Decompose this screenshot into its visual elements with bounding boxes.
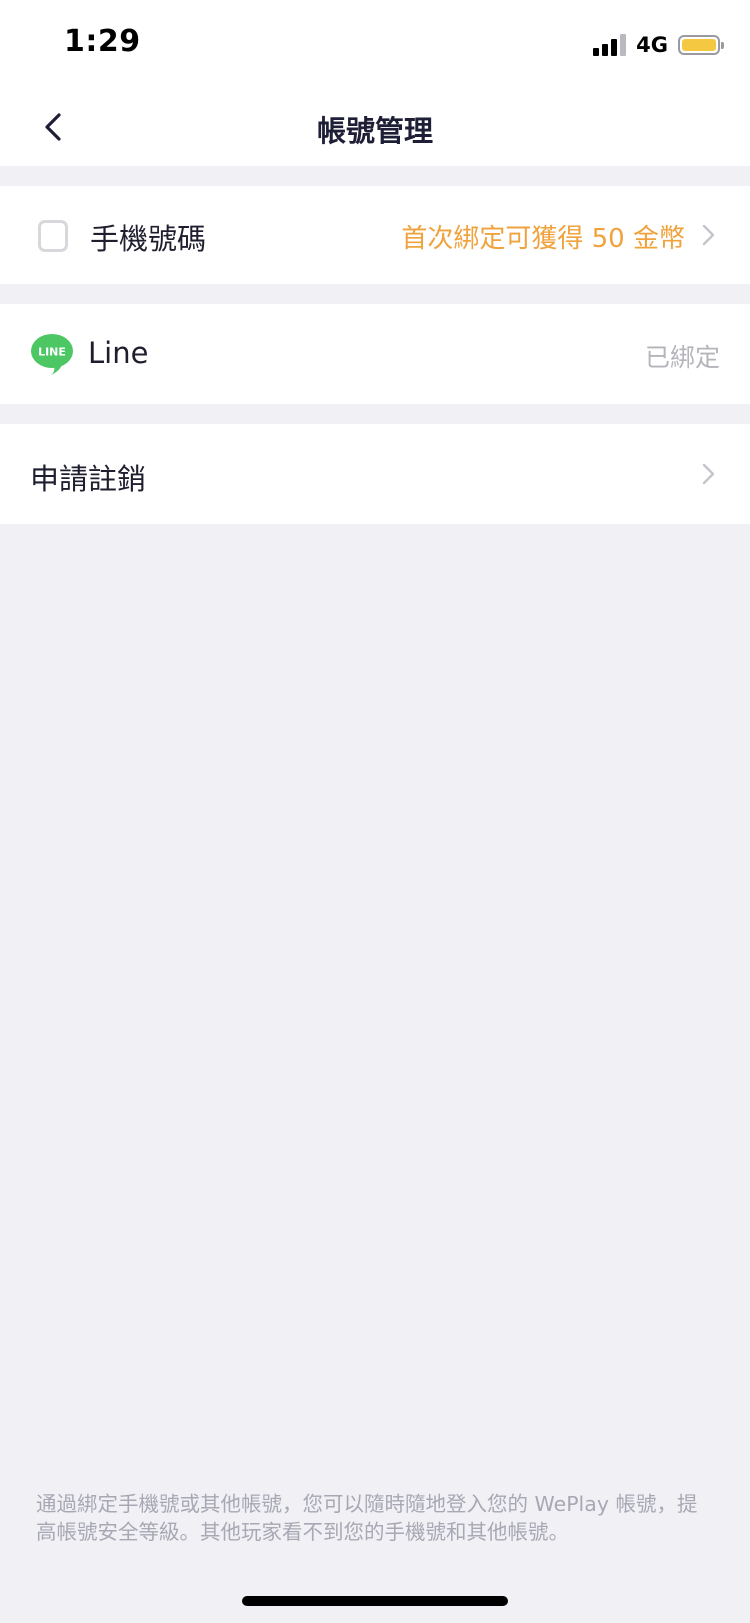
line-bound-status: 已綁定 bbox=[644, 343, 720, 372]
phone-binding-reward: 首次綁定可獲得 50 金幣 bbox=[401, 224, 685, 254]
navigation-bar: 帳號管理 bbox=[0, 88, 750, 166]
home-indicator[interactable] bbox=[242, 1596, 508, 1606]
line-account-row[interactable]: LINE Line 已綁定 bbox=[0, 304, 750, 404]
phone-number-label: 手機號碼 bbox=[90, 222, 207, 256]
signal-strength-icon bbox=[593, 34, 627, 56]
chevron-right-icon bbox=[702, 463, 715, 485]
line-logo-icon: LINE bbox=[31, 334, 73, 376]
line-account-label: Line bbox=[88, 336, 149, 370]
deactivate-account-row[interactable]: 申請註銷 bbox=[0, 424, 750, 524]
network-type: 4G bbox=[636, 33, 668, 57]
chevron-right-icon bbox=[702, 224, 715, 246]
page-title: 帳號管理 bbox=[316, 114, 433, 148]
status-time: 1:29 bbox=[64, 24, 141, 59]
phone-number-row[interactable]: 手機號碼 首次綁定可獲得 50 金幣 bbox=[0, 186, 750, 284]
phone-icon bbox=[38, 220, 68, 252]
account-binding-note: 通過綁定手機號或其他帳號，您可以隨時隨地登入您的 WePlay 帳號，提高帳號安… bbox=[36, 1492, 698, 1544]
battery-icon bbox=[678, 35, 724, 55]
status-indicators: 4G bbox=[593, 30, 724, 60]
deactivate-account-label: 申請註銷 bbox=[30, 462, 147, 496]
status-bar: 1:29 4G bbox=[0, 0, 750, 88]
line-logo-text: LINE bbox=[38, 346, 66, 359]
